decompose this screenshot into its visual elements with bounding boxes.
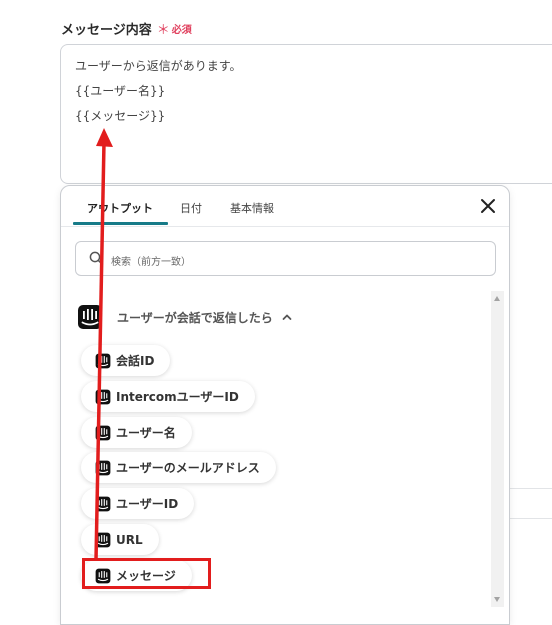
- textarea-line: {{メッセージ}}: [75, 109, 166, 123]
- scrollbar[interactable]: [491, 291, 504, 607]
- textarea-line: ユーザーから返信があります。: [75, 59, 242, 73]
- search-input[interactable]: 検索（前方一致）: [75, 241, 496, 276]
- output-item-user-id[interactable]: ユーザーID: [81, 488, 195, 519]
- intercom-icon: [95, 532, 111, 547]
- field-label-text: メッセージ内容: [61, 23, 152, 38]
- intercom-icon: [78, 305, 102, 329]
- output-item-label: ユーザー名: [116, 426, 176, 440]
- output-item-user-email[interactable]: ユーザーのメールアドレス: [81, 452, 276, 483]
- section-label: ユーザーが会話で返信したら: [117, 310, 273, 325]
- divider: [510, 488, 552, 489]
- textarea-line: {{ユーザー名}}: [75, 84, 166, 98]
- output-item-conversation-id[interactable]: 会話ID: [81, 345, 171, 376]
- output-item-label: 会話ID: [116, 354, 155, 368]
- tab-date[interactable]: 日付: [180, 200, 202, 216]
- divider: [510, 518, 552, 519]
- search-icon: [89, 251, 103, 265]
- intercom-icon: [95, 496, 111, 511]
- output-item-url[interactable]: URL: [81, 524, 159, 555]
- output-item-label: IntercomユーザーID: [116, 390, 239, 404]
- annotation-highlight-box: [82, 558, 211, 589]
- field-label: メッセージ内容 ＊ 必須: [61, 19, 192, 38]
- tab-bar: アウトプット 日付 基本情報: [61, 186, 509, 227]
- intercom-icon: [95, 389, 111, 404]
- tab-output[interactable]: アウトプット: [87, 200, 153, 216]
- section-header[interactable]: ユーザーが会話で返信したら: [77, 304, 293, 330]
- output-item-label: ユーザーID: [116, 497, 179, 511]
- intercom-icon: [95, 353, 111, 368]
- active-tab-indicator: [73, 222, 168, 225]
- intercom-icon: [95, 460, 111, 475]
- required-star: ＊: [156, 23, 170, 38]
- close-icon: [481, 199, 495, 213]
- output-item-label: ユーザーのメールアドレス: [116, 461, 260, 475]
- search-placeholder: 検索（前方一致）: [111, 257, 191, 268]
- intercom-icon: [95, 425, 111, 440]
- required-label: 必須: [171, 25, 192, 36]
- tab-basic-info[interactable]: 基本情報: [230, 200, 274, 216]
- output-item-intercom-user-id[interactable]: IntercomユーザーID: [81, 381, 255, 412]
- output-item-label: URL: [116, 532, 143, 547]
- message-content-textarea[interactable]: ユーザーから返信があります。 {{ユーザー名}} {{メッセージ}}: [60, 44, 552, 184]
- scroll-down-arrow-icon[interactable]: [494, 597, 500, 602]
- scroll-up-arrow-icon[interactable]: [494, 296, 500, 301]
- output-item-user-name[interactable]: ユーザー名: [81, 417, 192, 448]
- chevron-up-icon[interactable]: [281, 311, 293, 323]
- close-button[interactable]: [479, 197, 497, 215]
